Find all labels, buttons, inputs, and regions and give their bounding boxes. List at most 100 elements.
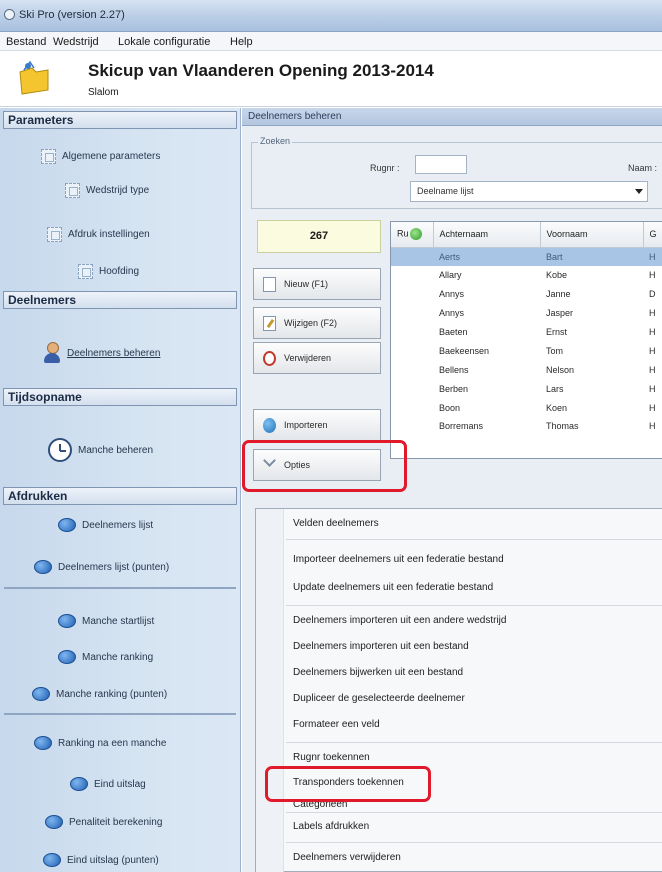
table-cell <box>391 379 433 398</box>
table-cell: H <box>649 270 656 281</box>
wijzigen-button[interactable]: Wijzigen (F2) <box>253 307 381 339</box>
rugnr-input[interactable] <box>415 155 467 174</box>
nav-ranking-na-een-manche[interactable]: Ranking na een manche <box>34 736 166 750</box>
nav-manche-ranking[interactable]: Manche ranking <box>58 650 153 664</box>
table-cell: Aerts <box>433 247 540 266</box>
menu-help[interactable]: Help <box>230 36 253 48</box>
table-cell: Borremans <box>439 421 484 432</box>
table-row[interactable]: Borremans Thomas H <box>391 417 662 436</box>
nav-eind-uitslag-punten[interactable]: Eind uitslag (punten) <box>43 853 159 867</box>
nav-manche-ranking-punten[interactable]: Manche ranking (punten) <box>32 687 167 701</box>
table-cell: Ernst <box>546 327 568 337</box>
menu-item-formateer-veld[interactable]: Formateer een veld <box>293 719 380 730</box>
menu-item-labels-afdrukken[interactable]: Labels afdrukken <box>293 821 369 832</box>
section-tijdsopname[interactable]: Tijdsopname <box>3 388 237 406</box>
participants-grid[interactable]: Ru Achternaam Voornaam G Aerts Bart H Allar… <box>390 221 662 459</box>
menu-item-importeer-federatie[interactable]: Importeer deelnemers uit een federatie b… <box>293 554 504 565</box>
menu-divider <box>286 605 662 606</box>
globe-print-icon <box>34 736 52 750</box>
table-cell <box>391 360 433 379</box>
nav-penaliteit-berekening[interactable]: Penaliteit berekening <box>45 815 162 829</box>
globe-print-icon <box>45 815 63 829</box>
globe-print-icon <box>70 777 88 791</box>
nav-manche-startlijst[interactable]: Manche startlijst <box>58 614 154 628</box>
table-row[interactable]: Aerts Bart H <box>391 247 662 266</box>
table-cell <box>391 417 433 436</box>
table-cell: Baeten <box>439 327 468 337</box>
sidebar-separator <box>4 713 236 715</box>
table-cell: Boon <box>439 402 461 413</box>
section-parameters[interactable]: Parameters <box>3 111 237 129</box>
menu-bestand[interactable]: Bestand <box>6 36 46 48</box>
table-cell: Berben <box>439 383 469 394</box>
globe-print-icon <box>43 853 61 867</box>
window-title: Ski Pro (version 2.27) <box>19 9 125 21</box>
column-header-geslacht[interactable]: G <box>643 222 662 248</box>
chevron-down-icon <box>263 458 276 473</box>
menu-item-deelnemers-verwijderen[interactable]: Deelnemers verwijderen <box>293 852 401 863</box>
table-cell <box>391 285 433 304</box>
nav-deelnemers-lijst-punten[interactable]: Deelnemers lijst (punten) <box>34 560 169 574</box>
table-cell: Jasper <box>546 308 574 319</box>
globe-print-icon <box>34 560 52 574</box>
table-row[interactable]: Annys Janne D <box>391 285 662 304</box>
menu-lokale-configuratie[interactable]: Lokale configuratie <box>118 36 210 48</box>
menu-item-transponders-toekennen[interactable]: Transponders toekennen <box>293 777 404 788</box>
menu-item-importeren-bestand[interactable]: Deelnemers importeren uit een bestand <box>293 641 469 652</box>
table-cell <box>391 266 433 285</box>
table-cell: Kobe <box>546 270 568 281</box>
refresh-icon[interactable] <box>409 228 422 241</box>
sidebar-separator <box>4 587 236 589</box>
table-row[interactable]: Berben Lars H <box>391 379 662 398</box>
section-afdrukken[interactable]: Afdrukken <box>3 487 237 505</box>
nav-hoofding[interactable]: Hoofding <box>78 264 139 279</box>
table-row[interactable]: Boon Koen H <box>391 398 662 417</box>
menu-wedstrijd[interactable]: Wedstrijd <box>53 36 99 48</box>
nav-afdruk-instellingen[interactable]: Afdruk instellingen <box>47 227 150 242</box>
new-document-icon <box>263 276 276 292</box>
menu-divider <box>286 812 662 813</box>
table-cell <box>391 304 433 323</box>
menu-item-update-federatie[interactable]: Update deelnemers uit een federatie best… <box>293 582 493 593</box>
nav-deelnemers-beheren[interactable]: Deelnemers beheren <box>43 342 160 364</box>
table-cell: Lars <box>546 383 564 394</box>
table-cell: H <box>649 345 656 356</box>
menu-item-rugnr-toekennen[interactable]: Rugnr toekennen <box>293 752 370 763</box>
menu-item-dupliceer[interactable]: Dupliceer de geselecteerde deelnemer <box>293 693 465 704</box>
nav-deelnemers-lijst[interactable]: Deelnemers lijst <box>58 518 153 532</box>
table-row[interactable]: Baeten Ernst H <box>391 323 662 342</box>
person-icon <box>43 342 61 364</box>
verwijderen-button[interactable]: Verwijderen <box>253 342 381 374</box>
panel-title: Deelnemers beheren <box>242 108 662 126</box>
importeren-button[interactable]: Importeren <box>253 409 381 441</box>
list-select[interactable]: Deelname lijst <box>410 181 648 202</box>
nav-wedstrijd-type[interactable]: Wedstrijd type <box>65 183 149 198</box>
menu-item-velden-deelnemers[interactable]: Velden deelnemers <box>293 518 379 529</box>
table-row[interactable]: Baekeensen Tom H <box>391 341 662 360</box>
menu-item-categorieen[interactable]: Categorieën <box>293 799 347 810</box>
table-row[interactable]: Bellens Nelson H <box>391 360 662 379</box>
column-header-achternaam[interactable]: Achternaam <box>433 222 541 248</box>
column-header-voornaam[interactable]: Voornaam <box>540 222 644 248</box>
nav-eind-uitslag[interactable]: Eind uitslag <box>70 777 146 791</box>
table-cell: Janne <box>546 289 571 300</box>
event-title: Skicup van Vlaanderen Opening 2013-2014 <box>88 61 434 80</box>
table-row[interactable]: Allary Kobe H <box>391 266 662 285</box>
nieuw-button[interactable]: Nieuw (F1) <box>253 268 381 300</box>
table-cell <box>391 341 433 360</box>
app-icon <box>4 9 15 20</box>
column-header-rugnr[interactable]: Ru <box>391 222 434 248</box>
menu-divider <box>286 742 662 743</box>
menu-item-importeren-andere-wedstrijd[interactable]: Deelnemers importeren uit een andere wed… <box>293 615 506 626</box>
table-row[interactable]: Annys Jasper H <box>391 304 662 323</box>
opties-button[interactable]: Opties <box>253 449 381 481</box>
nav-manche-beheren[interactable]: Manche beheren <box>48 438 153 462</box>
rugnr-label: Rugnr : <box>370 163 400 173</box>
table-cell: H <box>649 327 656 337</box>
import-icon <box>263 417 276 433</box>
nav-algemene-parameters[interactable]: Algemene parameters <box>41 149 160 164</box>
section-deelnemers[interactable]: Deelnemers <box>3 291 237 309</box>
document-icon <box>47 227 62 242</box>
globe-print-icon <box>58 614 76 628</box>
menu-item-bijwerken-bestand[interactable]: Deelnemers bijwerken uit een bestand <box>293 667 463 678</box>
